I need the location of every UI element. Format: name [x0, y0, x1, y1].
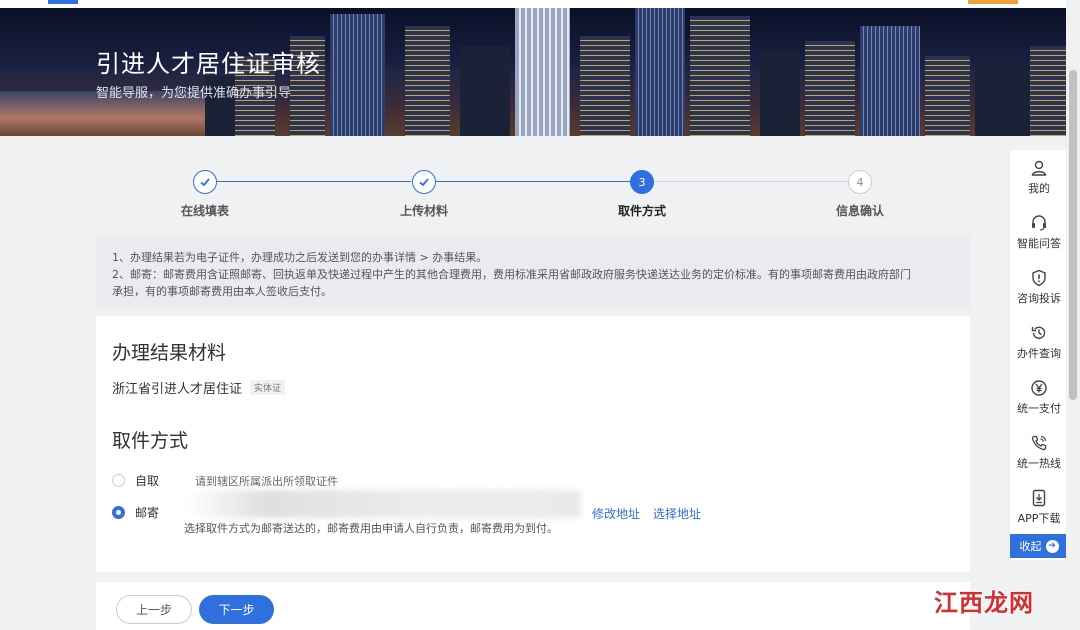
sidebar-label: 我的 [1028, 182, 1050, 195]
top-strip [0, 0, 1080, 8]
result-section-title: 办理结果材料 [112, 342, 227, 364]
top-orange-bar [968, 0, 1018, 4]
banner-building [460, 46, 510, 136]
arrow-right-icon: ➔ [1045, 539, 1059, 553]
option-self-pickup[interactable]: 自取 请到辖区所属派出所领取证件 [112, 472, 338, 489]
notice-line: 1、办理结果若为电子证件，办理成功之后发送到您的办事详情 > 办事结果。 [112, 251, 488, 264]
banner-building [805, 41, 855, 136]
progress-steps: 3 4 在线填表 上传材料 取件方式 信息确认 [96, 160, 970, 230]
scrollbar-thumb[interactable] [1069, 70, 1077, 400]
option-mail[interactable]: 邮寄 [112, 504, 185, 521]
sidebar-item-mine[interactable]: 我的 [1010, 152, 1068, 206]
step-connector [436, 181, 630, 182]
step-4-label: 信息确认 [835, 204, 884, 218]
history-icon [1029, 323, 1049, 343]
sidebar-item-query[interactable]: 办件查询 [1010, 317, 1068, 371]
option-label: 自取 [135, 474, 160, 488]
collapse-label: 收起 [1019, 540, 1042, 553]
step-4-number: 4 [848, 170, 872, 194]
page-banner: 引进人才居住证审核 智能导服，为您提供准确办事引导 [0, 8, 1066, 136]
action-bar: 上一步 下一步 [96, 582, 970, 630]
step-3-number: 3 [630, 170, 654, 194]
banner-building [580, 36, 630, 136]
material-name: 浙江省引进人才居住证 [112, 382, 243, 397]
step-connector [654, 181, 848, 182]
banner-building [1030, 46, 1066, 136]
sidebar-item-qa[interactable]: 智能问答 [1010, 207, 1068, 261]
banner-building [635, 8, 685, 136]
banner-building [860, 26, 920, 136]
user-icon [1029, 158, 1049, 178]
sidebar-label: 咨询投诉 [1017, 292, 1061, 305]
notice-line: 2、邮寄：邮寄费用含证照邮寄、回执返单及快递过程中产生的其他合理费用，费用标准采… [112, 268, 911, 281]
sidebar-item-payment[interactable]: 统一支付 [1010, 372, 1068, 426]
step-2-check-icon [412, 170, 436, 194]
step-connector [217, 181, 411, 182]
redacted-address [186, 490, 581, 518]
step-2-label: 上传材料 [399, 204, 448, 218]
headset-icon [1029, 213, 1049, 233]
sidebar-label: 统一热线 [1017, 457, 1061, 470]
phone-icon [1029, 433, 1049, 453]
radio-mail[interactable] [112, 506, 125, 519]
right-sidebar: 我的 智能问答 咨询投诉 办件查询 统一支付 统一热线 APP下载 收起 ➔ [1010, 150, 1068, 560]
step-1-label: 在线填表 [180, 204, 229, 218]
banner-building [975, 66, 1030, 136]
banner-building [515, 8, 570, 136]
yen-icon [1029, 378, 1049, 398]
sidebar-label: APP下载 [1017, 512, 1061, 525]
prev-button[interactable]: 上一步 [116, 595, 192, 624]
option-desc: 请到辖区所属派出所领取证件 [195, 474, 338, 488]
banner-building [405, 26, 450, 136]
notice-box: 1、办理结果若为电子证件，办理成功之后发送到您的办事详情 > 办事结果。 2、邮… [96, 236, 970, 308]
mail-note: 选择取件方式为邮寄送达的，邮寄费用由申请人自行负责，邮寄费用为到付。 [184, 522, 558, 535]
step-1-check-icon [193, 170, 217, 194]
sidebar-label: 统一支付 [1017, 402, 1061, 415]
modify-address-link[interactable]: 修改地址 [592, 505, 640, 522]
watermark-text: 江西龙网 [934, 588, 1034, 617]
select-address-link[interactable]: 选择地址 [653, 505, 701, 522]
result-material: 浙江省引进人才居住证 实体证 [112, 378, 286, 397]
notice-line: 承担，有的事项邮寄费用由本人签收后支付。 [112, 285, 332, 298]
material-tag: 实体证 [250, 380, 286, 395]
sidebar-item-complaint[interactable]: 咨询投诉 [1010, 262, 1068, 316]
step-3-label: 取件方式 [617, 204, 666, 218]
page-title: 引进人才居住证审核 [96, 50, 321, 78]
banner-building [925, 56, 970, 136]
next-button[interactable]: 下一步 [199, 595, 274, 624]
watermark: 江西龙网 [934, 583, 1046, 617]
page-subtitle: 智能导服，为您提供准确办事引导 [96, 86, 292, 101]
sidebar-label: 智能问答 [1017, 237, 1061, 250]
pickup-section-title: 取件方式 [112, 430, 189, 452]
radio-self-pickup[interactable] [112, 474, 125, 487]
sidebar-item-hotline[interactable]: 统一热线 [1010, 427, 1068, 481]
sidebar-item-app-download[interactable]: APP下载 [1010, 482, 1068, 536]
shield-alert-icon [1029, 268, 1049, 288]
banner-building [330, 14, 385, 136]
option-label: 邮寄 [135, 506, 160, 520]
banner-building [760, 51, 800, 136]
form-panel: 办理结果材料 浙江省引进人才居住证 实体证 取件方式 自取 请到辖区所属派出所领… [96, 316, 970, 572]
sidebar-label: 办件查询 [1017, 347, 1061, 360]
sidebar-collapse-button[interactable]: 收起 ➔ [1010, 534, 1068, 558]
top-accent-bar [48, 0, 78, 4]
banner-building [690, 16, 750, 136]
download-icon [1029, 488, 1049, 508]
